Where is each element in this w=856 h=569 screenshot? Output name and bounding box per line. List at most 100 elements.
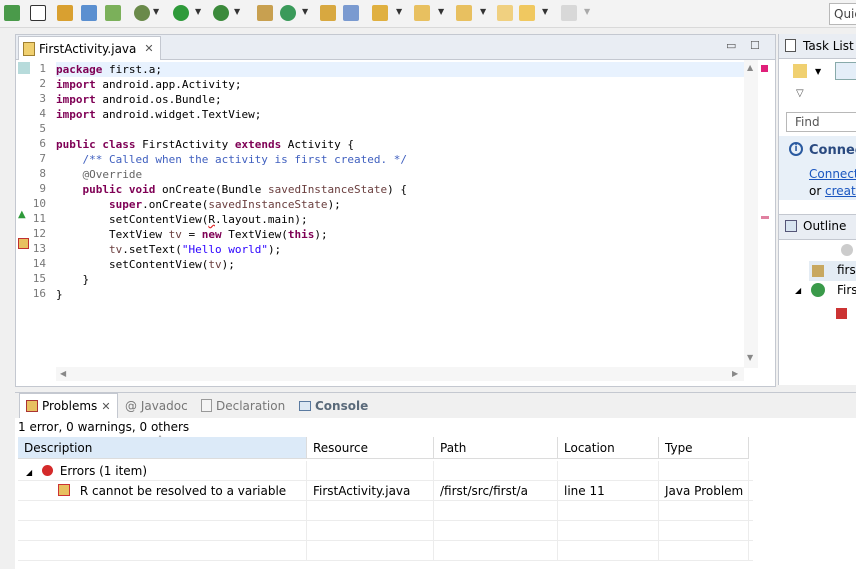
code-line: @Override xyxy=(82,168,143,181)
java-file-icon xyxy=(23,41,35,56)
new-class-icon[interactable] xyxy=(105,5,121,21)
tab-javadoc[interactable]: @ Javadoc xyxy=(125,393,188,418)
column-location[interactable]: Location xyxy=(558,437,659,459)
view-menu-icon[interactable]: ▽ xyxy=(796,88,804,99)
error-indicator[interactable] xyxy=(761,65,768,72)
next-annotation-icon[interactable] xyxy=(414,5,430,21)
empty-row xyxy=(18,541,753,561)
back-icon[interactable] xyxy=(519,5,535,21)
chevron-down-icon[interactable]: ▼ xyxy=(584,7,590,16)
column-type[interactable]: Type xyxy=(659,437,749,459)
table-row[interactable]: R cannot be resolved to a variable First… xyxy=(18,481,753,501)
tab-label: @ Javadoc xyxy=(125,398,188,413)
column-description[interactable]: Description ˆ xyxy=(18,435,307,459)
code-area[interactable]: package first.a; import android.app.Acti… xyxy=(56,60,752,367)
chevron-down-icon[interactable]: ▼ xyxy=(153,7,159,16)
scroll-down-icon[interactable]: ▼ xyxy=(747,353,753,362)
outline-item-label[interactable]: Firs xyxy=(837,283,856,297)
chevron-down-icon[interactable]: ▼ xyxy=(396,7,402,16)
problem-resource: FirstActivity.java xyxy=(307,481,434,501)
connect-section: i Connec Connect or create xyxy=(779,136,856,200)
scroll-up-icon[interactable]: ▲ xyxy=(747,63,753,72)
or-text: or xyxy=(809,184,826,198)
problems-summary: 1 error, 0 warnings, 0 others xyxy=(18,420,190,434)
run-config-icon[interactable] xyxy=(213,5,229,21)
editor-pane: FirstActivity.java ✕ ▭ ☐ ▲ package first… xyxy=(15,34,776,387)
forward-icon[interactable] xyxy=(561,5,577,21)
line-number: 1 xyxy=(39,62,46,75)
vertical-scrollbar[interactable]: ▲ ▼ xyxy=(744,60,758,368)
chevron-down-icon[interactable]: ▼ xyxy=(302,7,308,16)
line-number: 5 xyxy=(39,122,46,135)
maximize-icon[interactable]: ☐ xyxy=(750,39,760,52)
outline-item-package[interactable]: first xyxy=(809,261,856,281)
problems-icon xyxy=(26,400,38,412)
save-icon[interactable] xyxy=(4,5,20,21)
create-link[interactable]: create xyxy=(825,184,856,198)
categorize-icon[interactable] xyxy=(835,62,856,80)
new-package-icon[interactable] xyxy=(57,5,73,21)
method-error-icon[interactable] xyxy=(836,308,847,319)
find-input[interactable]: Find xyxy=(786,112,856,132)
problem-location: line 11 xyxy=(558,481,659,501)
expand-icon[interactable]: ◢ xyxy=(795,286,801,295)
collapse-icon[interactable]: ◢ xyxy=(26,468,32,477)
code-line: /** Called when the activity is first cr… xyxy=(82,153,408,166)
scroll-right-icon[interactable]: ▶ xyxy=(732,369,738,378)
connect-link[interactable]: Connect xyxy=(809,167,856,181)
new-wizard-icon[interactable] xyxy=(257,5,273,21)
open-type-icon[interactable] xyxy=(320,5,336,21)
new-java-icon[interactable] xyxy=(81,5,97,21)
scroll-left-icon[interactable]: ◀ xyxy=(60,369,66,378)
outline-tab-bar: Outline xyxy=(779,214,856,240)
horizontal-scrollbar[interactable]: ◀ ▶ xyxy=(56,367,744,381)
column-path[interactable]: Path xyxy=(434,437,558,459)
run-icon[interactable] xyxy=(173,5,189,21)
code-line: } xyxy=(56,273,90,286)
save-all-icon[interactable] xyxy=(30,5,46,21)
error-marker-icon[interactable] xyxy=(18,238,29,249)
overview-ruler[interactable] xyxy=(758,60,774,368)
open-resource-icon[interactable] xyxy=(343,5,359,21)
override-marker-icon: ▲ xyxy=(18,209,26,220)
task-list-title[interactable]: Task List xyxy=(803,39,854,53)
close-icon[interactable]: ✕ xyxy=(144,42,153,55)
chevron-down-icon[interactable]: ▼ xyxy=(542,7,548,16)
sort-icon[interactable] xyxy=(841,244,853,256)
minimize-icon[interactable]: ▭ xyxy=(726,39,736,52)
code-line: TextView tv = new TextView(this); xyxy=(56,228,328,241)
chevron-down-icon[interactable]: ▼ xyxy=(438,7,444,16)
debug-icon[interactable] xyxy=(134,5,150,21)
outline-title[interactable]: Outline xyxy=(803,219,846,233)
line-number: 6 xyxy=(39,137,46,150)
group-row-errors[interactable]: ◢ Errors (1 item) xyxy=(18,461,753,481)
declaration-icon xyxy=(201,399,212,412)
tab-problems[interactable]: Problems ✕ xyxy=(19,393,118,418)
prev-annotation-icon[interactable] xyxy=(456,5,472,21)
chevron-down-icon[interactable]: ▼ xyxy=(815,67,821,76)
line-number: 14 xyxy=(32,257,46,270)
task-list-icon xyxy=(785,39,796,52)
sort-ascending-icon: ˆ xyxy=(158,435,162,444)
tab-declaration[interactable]: Declaration xyxy=(201,393,285,418)
code-line: package first.a; xyxy=(56,62,746,77)
chevron-down-icon[interactable]: ▼ xyxy=(195,7,201,16)
group-label: Errors (1 item) xyxy=(59,464,148,478)
tab-console[interactable]: Console xyxy=(299,393,368,418)
search-icon[interactable] xyxy=(372,5,388,21)
code-line: tv.setText("Hello world"); xyxy=(108,243,282,256)
chevron-down-icon[interactable]: ▼ xyxy=(480,7,486,16)
tab-firstactivity-java[interactable]: FirstActivity.java ✕ xyxy=(18,36,161,60)
quick-access-input[interactable]: Quic xyxy=(829,3,856,25)
bottom-tab-bar: Problems ✕ @ Javadoc Declaration Console xyxy=(15,393,856,418)
new-task-icon[interactable] xyxy=(793,64,807,78)
last-edit-icon[interactable] xyxy=(497,5,513,21)
close-icon[interactable]: ✕ xyxy=(101,400,110,413)
class-icon xyxy=(811,283,825,297)
column-resource[interactable]: Resource xyxy=(307,437,434,459)
error-ruler-mark[interactable] xyxy=(761,216,769,219)
code-line: import android.app.Activity; xyxy=(56,78,242,91)
line-number: 13 xyxy=(32,242,46,255)
chevron-down-icon[interactable]: ▼ xyxy=(234,7,240,16)
refresh-icon[interactable] xyxy=(280,5,296,21)
